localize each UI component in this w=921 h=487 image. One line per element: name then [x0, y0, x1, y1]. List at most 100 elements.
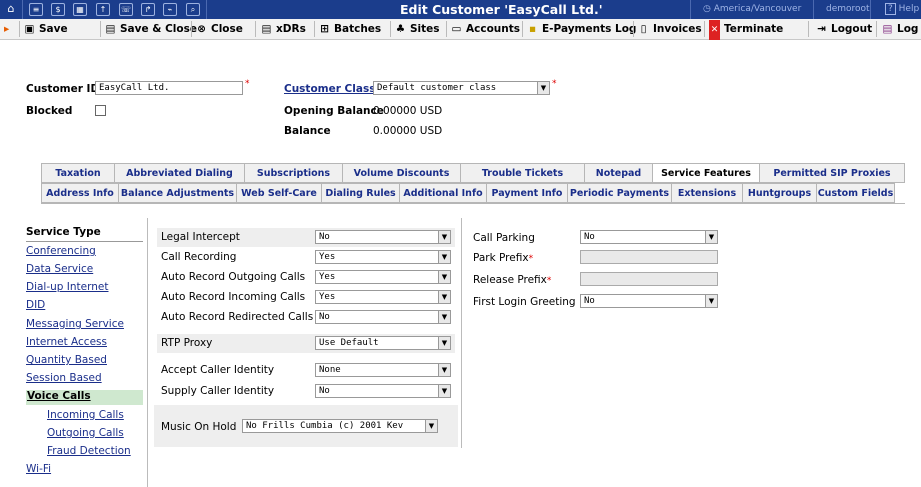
call-recording-select[interactable]: Yes ▼ — [315, 250, 451, 264]
epayments-log-button[interactable]: ▪ E-Payments Log — [527, 19, 637, 39]
call-recording-label: Call Recording — [161, 251, 237, 263]
sidebar-subitem-outgoing-calls[interactable]: Outgoing Calls — [47, 427, 124, 439]
tab-extensions[interactable]: Extensions — [671, 183, 742, 203]
tab-balance-adjustments[interactable]: Balance Adjustments — [118, 183, 236, 203]
save-close-label: Save & Close — [120, 23, 197, 35]
log-button[interactable]: ▤ Log — [882, 19, 919, 39]
home-icon[interactable]: ⌂ — [4, 3, 18, 16]
customer-class-link[interactable]: Customer Class — [284, 83, 375, 95]
auto-record-redirected-value: No — [319, 312, 330, 322]
tab-dialing-rules[interactable]: Dialing Rules — [321, 183, 399, 203]
auto-record-outgoing-select[interactable]: Yes ▼ — [315, 270, 451, 284]
upload-icon[interactable]: ↑ — [96, 3, 110, 16]
sidebar-item-conferencing[interactable]: Conferencing — [26, 245, 96, 257]
help-text: Help — [898, 4, 920, 14]
chevron-down-icon: ▼ — [438, 311, 450, 323]
sidebar-item-voice-calls[interactable]: Voice Calls — [26, 390, 143, 405]
grid-icon[interactable]: ▦ — [73, 3, 87, 16]
batches-icon: ⊞ — [320, 23, 329, 35]
feature-row-rtp-proxy: RTP Proxy Use Default ▼ — [157, 334, 455, 353]
sites-icon: ♣ — [395, 23, 406, 35]
save-label: Save — [39, 23, 68, 35]
first-login-greeting-value: No — [584, 296, 595, 306]
call-parking-select[interactable]: No ▼ — [580, 230, 718, 244]
dollar-icon[interactable]: $ — [51, 3, 65, 16]
first-login-greeting-select[interactable]: No ▼ — [580, 294, 718, 308]
sidebar-item-internet-access[interactable]: Internet Access — [26, 336, 107, 348]
terminate-label: Terminate — [724, 23, 784, 35]
xdrs-label: xDRs — [276, 23, 306, 35]
sidebar-item-did[interactable]: DID — [26, 299, 45, 311]
supply-caller-identity-select[interactable]: No ▼ — [315, 384, 451, 398]
customer-id-label: Customer ID — [26, 83, 100, 95]
auto-record-redirected-label: Auto Record Redirected Calls — [161, 311, 314, 323]
chevron-down-icon: ▼ — [438, 337, 450, 349]
forward-icon[interactable]: ↱ — [141, 3, 155, 16]
legal-intercept-select[interactable]: No ▼ — [315, 230, 451, 244]
invoices-button[interactable]: ▯ Invoices — [638, 19, 702, 39]
customer-class-select[interactable]: Default customer class ▼ — [373, 81, 550, 95]
phone-icon[interactable]: ☏ — [119, 3, 133, 16]
tab-volume-discounts[interactable]: Volume Discounts — [342, 163, 460, 183]
batches-button[interactable]: ⊞ Batches — [319, 19, 381, 39]
tab-permitted-sip-proxies[interactable]: Permitted SIP Proxies — [759, 163, 905, 183]
save-button[interactable]: ▣ Save — [24, 19, 68, 39]
save-close-button[interactable]: ▤ Save & Close — [105, 19, 197, 39]
balance-value: 0.00000 USD — [373, 125, 443, 137]
music-on-hold-select[interactable]: No Frills Cumbia (c) 2001 Kev ▼ — [242, 419, 438, 433]
log-icon: ▤ — [882, 23, 893, 35]
tab-periodic-payments[interactable]: Periodic Payments — [567, 183, 671, 203]
sidebar-subitem-fraud-detection[interactable]: Fraud Detection — [47, 445, 131, 457]
sites-button[interactable]: ♣ Sites — [395, 19, 440, 39]
sidebar-item-session-based[interactable]: Session Based — [26, 372, 102, 384]
logout-button[interactable]: ⇥ Logout — [816, 19, 872, 39]
sidebar-item-dialup-internet[interactable]: Dial-up Internet — [26, 281, 109, 293]
timezone-link[interactable]: ◷ America/Vancouver — [703, 4, 801, 14]
tab-web-self-care[interactable]: Web Self-Care — [236, 183, 321, 203]
tab-service-features[interactable]: Service Features — [652, 163, 759, 183]
sidebar-item-wifi[interactable]: Wi-Fi — [26, 463, 51, 475]
tab-taxation[interactable]: Taxation — [41, 163, 114, 183]
feature-row-auto-record-redirected: Auto Record Redirected Calls No ▼ — [157, 308, 455, 327]
auto-record-redirected-select[interactable]: No ▼ — [315, 310, 451, 324]
search-icon[interactable]: ⌕ — [186, 3, 200, 16]
user-link[interactable]: demoroot — [826, 4, 870, 14]
sidebar-item-messaging-service[interactable]: Messaging Service — [26, 318, 124, 330]
tab-additional-info[interactable]: Additional Info — [399, 183, 486, 203]
xdrs-button[interactable]: ▤ xDRs — [261, 19, 306, 39]
tab-trouble-tickets[interactable]: Trouble Tickets — [460, 163, 584, 183]
blocked-checkbox[interactable] — [95, 105, 106, 116]
accounts-button[interactable]: ▭ Accounts — [451, 19, 520, 39]
rtp-proxy-select[interactable]: Use Default ▼ — [315, 336, 451, 350]
chart-icon[interactable]: ⌁ — [163, 3, 177, 16]
terminate-button[interactable]: ✕ Terminate — [709, 19, 784, 40]
toolbar: ▸ ▣ Save ▤ Save & Close ⊗ Close ▤ xDRs ⊞ Batc… — [0, 19, 921, 40]
tab-notepad[interactable]: Notepad — [584, 163, 652, 183]
release-prefix-text: Release Prefix — [473, 274, 547, 286]
tab-custom-fields[interactable]: Custom Fields — [816, 183, 895, 203]
batches-label: Batches — [334, 23, 382, 35]
customer-id-input[interactable]: EasyCall Ltd. — [95, 81, 243, 95]
tab-payment-info[interactable]: Payment Info — [486, 183, 567, 203]
rtp-proxy-value: Use Default — [319, 338, 379, 348]
accept-caller-identity-select[interactable]: None ▼ — [315, 363, 451, 377]
chevron-down-icon: ▼ — [438, 251, 450, 263]
expand-arrow-icon[interactable]: ▸ — [4, 19, 9, 39]
sidebar-item-data-service[interactable]: Data Service — [26, 263, 93, 275]
supply-caller-identity-label: Supply Caller Identity — [161, 385, 275, 397]
floppy-icon: ▣ — [24, 23, 35, 35]
tab-subscriptions[interactable]: Subscriptions — [244, 163, 342, 183]
park-prefix-input[interactable] — [580, 250, 718, 264]
auto-record-incoming-select[interactable]: Yes ▼ — [315, 290, 451, 304]
close-button[interactable]: ⊗ Close — [196, 19, 243, 39]
tab-address-info[interactable]: Address Info — [41, 183, 118, 203]
sidebar-subitem-incoming-calls[interactable]: Incoming Calls — [47, 409, 124, 421]
tab-huntgroups[interactable]: Huntgroups — [742, 183, 816, 203]
release-prefix-input[interactable] — [580, 272, 718, 286]
tab-abbreviated-dialing[interactable]: Abbreviated Dialing — [114, 163, 244, 183]
help-link[interactable]: ? Help — [885, 3, 920, 15]
close-icon: ⊗ — [197, 23, 206, 35]
sidebar-item-quantity-based[interactable]: Quantity Based — [26, 354, 107, 366]
list-icon[interactable]: ≡ — [29, 3, 43, 16]
chevron-down-icon: ▼ — [438, 364, 450, 376]
